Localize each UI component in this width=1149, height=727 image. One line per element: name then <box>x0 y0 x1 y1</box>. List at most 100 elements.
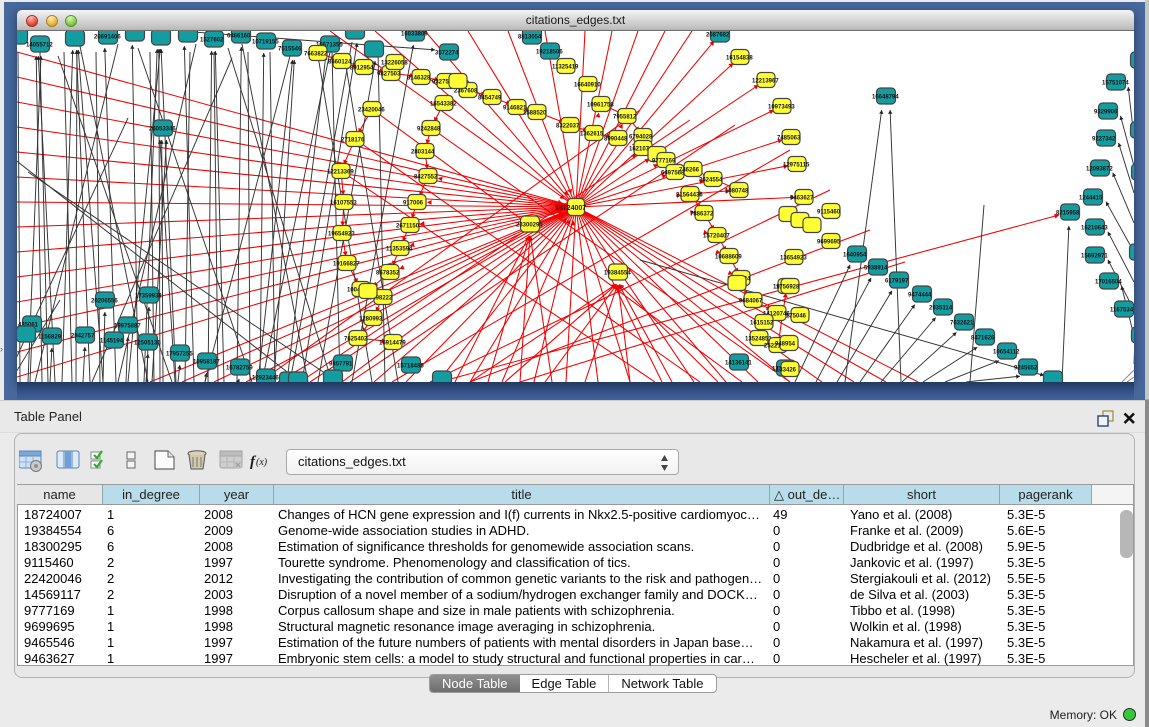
svg-text:19166827: 19166827 <box>333 262 360 268</box>
svg-text:20206556: 20206556 <box>91 299 118 305</box>
svg-text:18724007: 18724007 <box>555 205 586 212</box>
svg-text:746266: 746266 <box>679 168 700 174</box>
svg-text:15692971: 15692971 <box>1081 254 1108 260</box>
svg-text:16640910: 16640910 <box>574 83 601 89</box>
svg-text:133426: 133426 <box>776 368 797 374</box>
svg-text:8912954: 8912954 <box>350 66 374 72</box>
svg-text:2671150: 2671150 <box>396 224 420 230</box>
svg-text:16154838: 16154838 <box>726 56 753 62</box>
svg-text:9684067: 9684067 <box>739 299 763 305</box>
svg-text:11353594: 11353594 <box>386 247 413 253</box>
svg-text:10973493: 10973493 <box>768 105 795 111</box>
svg-text:9242848: 9242848 <box>417 127 441 133</box>
svg-text:7955812: 7955812 <box>613 115 637 121</box>
svg-text:9245652: 9245652 <box>1014 366 1038 372</box>
svg-text:23420046: 23420046 <box>358 108 385 114</box>
svg-text:1756928: 1756928 <box>776 285 800 291</box>
svg-text:6794028: 6794028 <box>629 135 653 141</box>
svg-text:19384554: 19384554 <box>604 271 631 277</box>
svg-text:15718485: 15718485 <box>397 364 424 370</box>
svg-text:9827503: 9827503 <box>377 72 401 78</box>
svg-text:10654112: 10654112 <box>993 350 1020 356</box>
svg-text:1588520: 1588520 <box>523 111 547 117</box>
svg-text:917006: 917006 <box>403 201 424 207</box>
svg-text:9699695: 9699695 <box>817 240 841 246</box>
svg-text:7663822: 7663822 <box>304 52 328 58</box>
svg-text:16107553: 16107553 <box>330 201 357 207</box>
svg-text:8471626: 8471626 <box>971 336 995 342</box>
svg-text:1167534: 1167534 <box>1110 308 1134 314</box>
svg-text:9227342: 9227342 <box>1092 137 1116 143</box>
svg-text:17359938: 17359938 <box>135 294 162 300</box>
svg-text:9329906: 9329906 <box>1094 110 1118 116</box>
svg-text:19975887: 19975887 <box>114 324 141 330</box>
svg-text:19218506: 19218506 <box>536 50 563 56</box>
svg-text:6179197: 6179197 <box>885 279 909 285</box>
svg-text:6466160: 6466160 <box>227 34 251 40</box>
svg-text:9777169: 9777169 <box>652 159 676 165</box>
svg-text:10958187: 10958187 <box>193 360 220 366</box>
svg-text:7625402: 7625402 <box>344 337 368 343</box>
svg-text:16914479: 16914479 <box>379 341 406 347</box>
svg-text:8322037: 8322037 <box>556 124 580 130</box>
svg-text:17957255: 17957255 <box>166 352 193 358</box>
svg-text:1080748: 1080748 <box>725 189 749 195</box>
svg-text:2942757: 2942757 <box>71 334 95 340</box>
svg-text:14055712: 14055712 <box>26 43 53 49</box>
svg-text:10688609: 10688609 <box>715 255 742 261</box>
svg-text:19654923: 19654923 <box>328 232 355 238</box>
svg-text:7632621: 7632621 <box>950 321 974 327</box>
svg-text:8454749: 8454749 <box>478 96 502 102</box>
svg-text:2367608: 2367608 <box>454 89 478 95</box>
svg-text:8678352: 8678352 <box>376 271 400 277</box>
svg-text:15720407: 15720407 <box>703 234 730 240</box>
svg-text:26053346: 26053346 <box>149 127 176 133</box>
svg-text:175046: 175046 <box>786 314 807 320</box>
svg-text:12505135: 12505135 <box>134 341 161 347</box>
svg-text:10719155: 10719155 <box>252 40 279 46</box>
svg-text:1280993: 1280993 <box>359 317 383 323</box>
svg-text:3572274: 3572274 <box>435 51 459 57</box>
svg-text:20691406: 20691406 <box>94 35 121 41</box>
svg-text:16210643: 16210643 <box>1081 226 1108 232</box>
svg-text:8146328: 8146328 <box>407 76 431 82</box>
svg-text:16782759: 16782759 <box>226 366 253 372</box>
svg-text:17016504: 17016504 <box>1095 280 1122 286</box>
svg-text:16648794: 16648794 <box>872 95 899 101</box>
svg-text:1145194: 1145194 <box>100 339 124 345</box>
svg-text:13524851: 13524851 <box>745 337 772 343</box>
svg-text:8813054: 8813054 <box>518 35 542 41</box>
svg-text:3624554: 3624554 <box>699 178 723 184</box>
svg-text:16543382: 16543382 <box>430 102 457 108</box>
svg-text:11325419: 11325419 <box>552 65 579 71</box>
svg-text:1615152: 1615152 <box>750 321 774 327</box>
svg-text:9857791: 9857791 <box>329 362 353 368</box>
svg-text:8990448: 8990448 <box>604 137 628 143</box>
svg-text:7485063: 7485063 <box>777 136 801 142</box>
svg-text:9115460: 9115460 <box>817 210 841 216</box>
svg-text:15751074: 15751074 <box>1102 81 1129 87</box>
svg-text:12213967: 12213967 <box>752 79 779 85</box>
svg-text:1527602: 1527602 <box>200 38 224 44</box>
svg-text:21564436: 21564436 <box>676 193 703 199</box>
svg-text:2087682: 2087682 <box>706 33 730 39</box>
svg-text:9463627: 9463627 <box>790 196 814 202</box>
svg-text:2718176: 2718176 <box>341 138 365 144</box>
svg-text:16033809: 16033809 <box>401 32 428 38</box>
svg-text:8427552: 8427552 <box>414 175 438 181</box>
svg-text:10961758: 10961758 <box>587 103 614 109</box>
svg-text:1156829: 1156829 <box>38 335 62 341</box>
svg-text:12093872: 12093872 <box>1086 167 1113 173</box>
svg-text:13654923: 13654923 <box>780 256 807 262</box>
svg-text:12923446: 12923446 <box>252 376 279 382</box>
svg-text:23300295: 23300295 <box>516 223 543 229</box>
svg-text:1640954: 1640954 <box>843 253 867 259</box>
svg-text:8660124: 8660124 <box>328 60 352 66</box>
svg-text:8215958: 8215958 <box>1056 211 1080 217</box>
svg-text:7515546: 7515546 <box>278 47 302 53</box>
svg-text:2803144: 2803144 <box>411 150 435 156</box>
svg-text:1362615: 1362615 <box>580 132 604 138</box>
svg-text:1244415: 1244415 <box>1079 196 1103 202</box>
svg-text:12213369: 12213369 <box>327 170 354 176</box>
svg-text:2935114: 2935114 <box>929 306 953 312</box>
